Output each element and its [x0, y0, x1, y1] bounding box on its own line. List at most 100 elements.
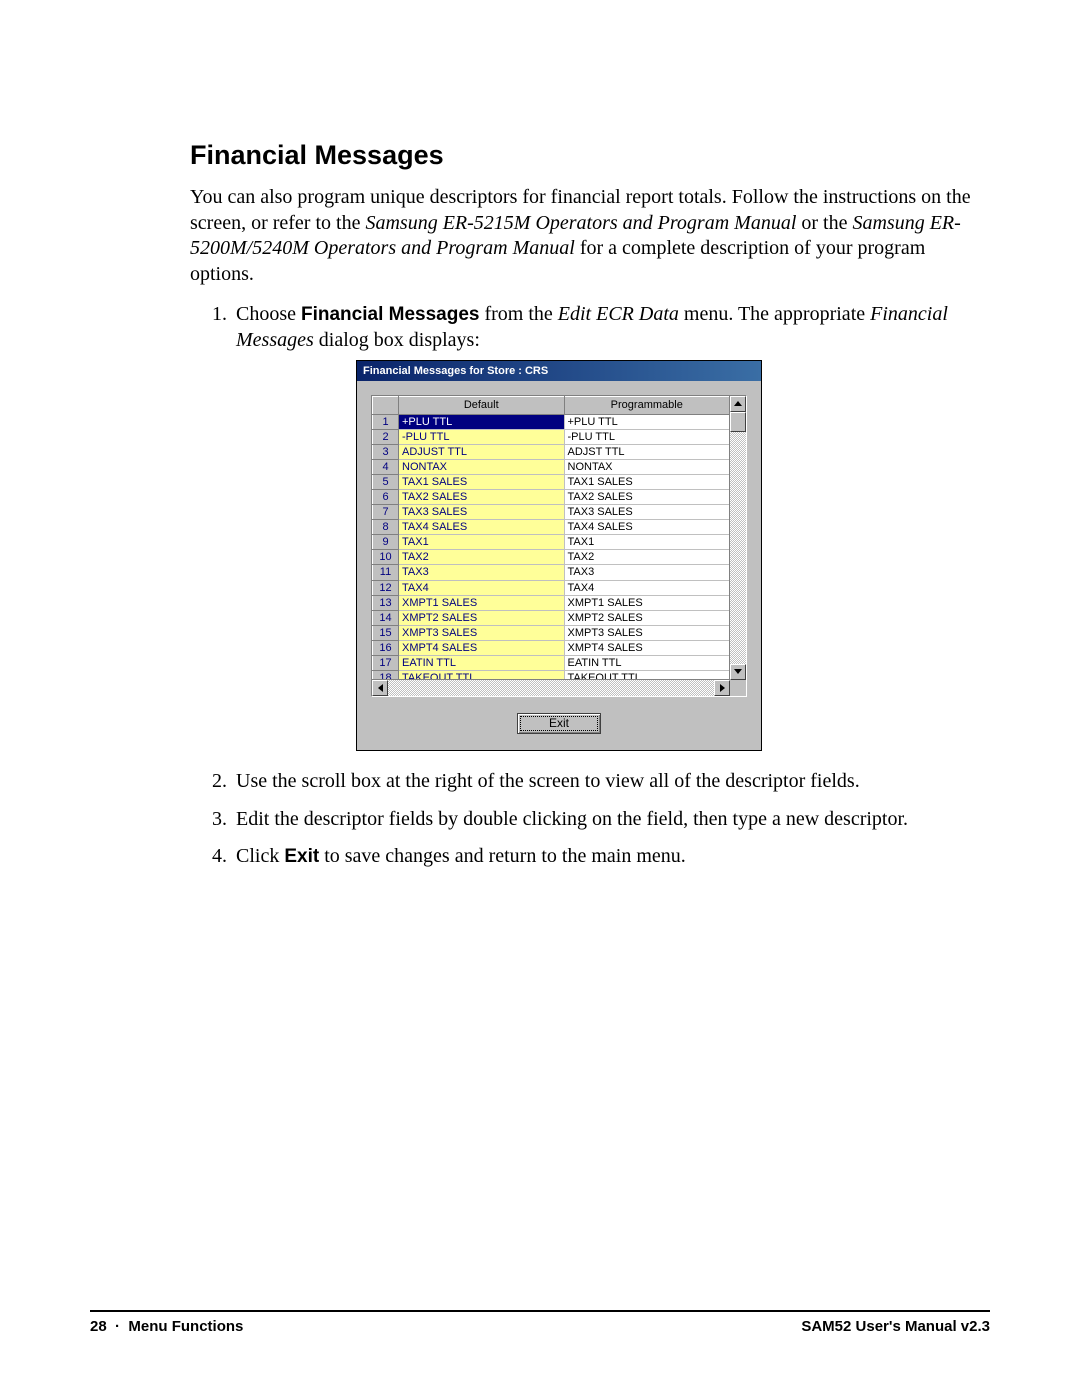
- exit-bold: Exit: [284, 846, 319, 867]
- page-number: 28: [90, 1318, 107, 1335]
- default-cell[interactable]: TAX2 SALES: [399, 490, 565, 505]
- row-header[interactable]: 15: [373, 625, 399, 640]
- step-text: from the: [479, 303, 557, 325]
- row-header[interactable]: 3: [373, 444, 399, 459]
- triangle-down-icon: [734, 669, 742, 674]
- programmable-cell[interactable]: TAX4: [564, 580, 730, 595]
- row-header[interactable]: 11: [373, 565, 399, 580]
- step-2: Use the scroll box at the right of the s…: [232, 769, 990, 795]
- section-heading: Financial Messages: [190, 140, 990, 171]
- step-text: to save changes and return to the main m…: [319, 845, 686, 867]
- dialog-screenshot: Financial Messages for Store : CRS: [356, 360, 990, 751]
- step-text: menu. The appropriate: [679, 303, 870, 325]
- dialog-titlebar: Financial Messages for Store : CRS: [357, 361, 761, 381]
- programmable-cell[interactable]: TAX3: [564, 565, 730, 580]
- programmable-cell[interactable]: TAX3 SALES: [564, 505, 730, 520]
- programmable-cell[interactable]: -PLU TTL: [564, 429, 730, 444]
- default-cell[interactable]: XMPT1 SALES: [399, 595, 565, 610]
- col-header-rownum[interactable]: [373, 396, 399, 414]
- default-cell[interactable]: EATIN TTL: [399, 655, 565, 670]
- programmable-cell[interactable]: TAX2 SALES: [564, 490, 730, 505]
- table-row: 13XMPT1 SALESXMPT1 SALES: [373, 595, 730, 610]
- col-header-programmable[interactable]: Programmable: [564, 396, 730, 414]
- step-1: Choose Financial Messages from the Edit …: [232, 302, 990, 751]
- table-row: 11TAX3TAX3: [373, 565, 730, 580]
- row-header[interactable]: 7: [373, 505, 399, 520]
- exit-button[interactable]: Exit: [517, 713, 601, 734]
- row-header[interactable]: 8: [373, 520, 399, 535]
- programmable-cell[interactable]: NONTAX: [564, 459, 730, 474]
- table-row: 8TAX4 SALESTAX4 SALES: [373, 520, 730, 535]
- programmable-cell[interactable]: XMPT1 SALES: [564, 595, 730, 610]
- menu-name-bold: Financial Messages: [301, 304, 479, 325]
- footer-section: Menu Functions: [128, 1318, 243, 1335]
- intro-paragraph: You can also program unique descriptors …: [190, 185, 990, 287]
- intro-text: or the: [796, 212, 852, 234]
- row-header[interactable]: 12: [373, 580, 399, 595]
- row-header[interactable]: 16: [373, 640, 399, 655]
- financial-messages-dialog: Financial Messages for Store : CRS: [356, 360, 762, 751]
- default-cell[interactable]: TAX1 SALES: [399, 474, 565, 489]
- programmable-cell[interactable]: EATIN TTL: [564, 655, 730, 670]
- table-row: 12TAX4TAX4: [373, 580, 730, 595]
- default-cell[interactable]: XMPT4 SALES: [399, 640, 565, 655]
- footer-separator: ·: [115, 1318, 120, 1335]
- row-header[interactable]: 14: [373, 610, 399, 625]
- row-header[interactable]: 13: [373, 595, 399, 610]
- row-header[interactable]: 2: [373, 429, 399, 444]
- scroll-down-button[interactable]: [730, 664, 746, 680]
- grid-container: Default Programmable 1+PLU TTL+PLU TTL2-…: [371, 395, 747, 697]
- programmable-cell[interactable]: XMPT2 SALES: [564, 610, 730, 625]
- document-page: Financial Messages You can also program …: [0, 0, 1080, 1397]
- default-cell[interactable]: TAX4: [399, 580, 565, 595]
- horizontal-scrollbar[interactable]: [372, 679, 730, 696]
- programmable-cell[interactable]: +PLU TTL: [564, 414, 730, 429]
- triangle-right-icon: [720, 684, 725, 692]
- default-cell[interactable]: ADJUST TTL: [399, 444, 565, 459]
- row-header[interactable]: 1: [373, 414, 399, 429]
- table-row: 4NONTAXNONTAX: [373, 459, 730, 474]
- default-cell[interactable]: +PLU TTL: [399, 414, 565, 429]
- col-header-default[interactable]: Default: [399, 396, 565, 414]
- default-cell[interactable]: TAX3 SALES: [399, 505, 565, 520]
- manual-ref-1: Samsung ER-5215M Operators and Program M…: [365, 212, 796, 234]
- programmable-cell[interactable]: TAX2: [564, 550, 730, 565]
- default-cell[interactable]: TAX3: [399, 565, 565, 580]
- row-header[interactable]: 17: [373, 655, 399, 670]
- vertical-scrollbar[interactable]: [729, 396, 746, 680]
- table-row: 6TAX2 SALESTAX2 SALES: [373, 490, 730, 505]
- scroll-right-button[interactable]: [714, 680, 730, 696]
- scroll-left-button[interactable]: [372, 680, 388, 696]
- row-header[interactable]: 10: [373, 550, 399, 565]
- programmable-cell[interactable]: TAX1: [564, 535, 730, 550]
- step-4: Click Exit to save changes and return to…: [232, 844, 990, 870]
- default-cell[interactable]: TAX2: [399, 550, 565, 565]
- scroll-up-button[interactable]: [730, 396, 746, 412]
- vertical-scroll-thumb[interactable]: [730, 412, 746, 432]
- programmable-cell[interactable]: ADJST TTL: [564, 444, 730, 459]
- programmable-cell[interactable]: TAX1 SALES: [564, 474, 730, 489]
- default-cell[interactable]: TAX1: [399, 535, 565, 550]
- default-cell[interactable]: NONTAX: [399, 459, 565, 474]
- programmable-cell[interactable]: XMPT3 SALES: [564, 625, 730, 640]
- default-cell[interactable]: TAX4 SALES: [399, 520, 565, 535]
- default-cell[interactable]: XMPT2 SALES: [399, 610, 565, 625]
- programmable-cell[interactable]: XMPT4 SALES: [564, 640, 730, 655]
- menu-name-italic: Edit ECR Data: [558, 303, 679, 325]
- row-header[interactable]: 4: [373, 459, 399, 474]
- grid-viewport: Default Programmable 1+PLU TTL+PLU TTL2-…: [372, 396, 730, 680]
- step-3: Edit the descriptor fields by double cli…: [232, 807, 990, 833]
- programmable-cell[interactable]: TAX4 SALES: [564, 520, 730, 535]
- table-row: 16XMPT4 SALESXMPT4 SALES: [373, 640, 730, 655]
- default-cell[interactable]: -PLU TTL: [399, 429, 565, 444]
- row-header[interactable]: 9: [373, 535, 399, 550]
- dialog-buttons: Exit: [371, 697, 747, 738]
- triangle-up-icon: [734, 401, 742, 406]
- row-header[interactable]: 5: [373, 474, 399, 489]
- default-cell[interactable]: XMPT3 SALES: [399, 625, 565, 640]
- row-header[interactable]: 6: [373, 490, 399, 505]
- triangle-left-icon: [378, 684, 383, 692]
- table-row: 14XMPT2 SALESXMPT2 SALES: [373, 610, 730, 625]
- page-footer: 28 · Menu Functions SAM52 User's Manual …: [90, 1310, 990, 1335]
- step-text: dialog box displays:: [314, 329, 480, 351]
